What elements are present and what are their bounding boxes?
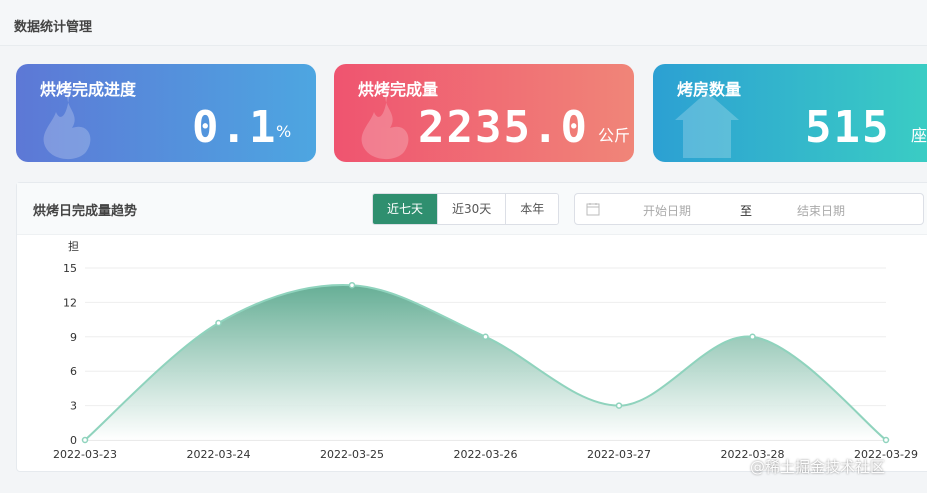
data-point — [348, 281, 356, 289]
x-tick-label: 2022-03-25 — [320, 448, 384, 461]
y-tick-label: 12 — [63, 296, 77, 309]
y-tick-label: 0 — [70, 434, 77, 447]
data-point — [615, 402, 623, 409]
data-point — [882, 436, 890, 444]
data-point — [81, 436, 89, 444]
data-point — [482, 333, 489, 341]
x-tick-label: 2022-03-24 — [187, 448, 251, 461]
y-tick-label: 3 — [70, 400, 77, 413]
x-tick-label: 2022-03-26 — [454, 448, 518, 461]
x-tick-label: 2022-03-23 — [53, 448, 117, 461]
y-tick-label: 15 — [63, 262, 77, 275]
y-tick-label: 6 — [70, 365, 77, 378]
data-point — [749, 333, 756, 341]
data-point — [215, 319, 222, 327]
y-tick-label: 9 — [70, 331, 77, 344]
trend-area-chart: 担 0 3 6 9 12 15 2022-03-23 2022-03-24 2022-03-25 2… — [53, 239, 918, 461]
watermark-text: @稀土掘金技术社区 — [750, 458, 886, 476]
y-axis-unit-label: 担 — [68, 239, 79, 253]
series-area — [85, 284, 886, 440]
x-tick-label: 2022-03-27 — [587, 448, 651, 461]
